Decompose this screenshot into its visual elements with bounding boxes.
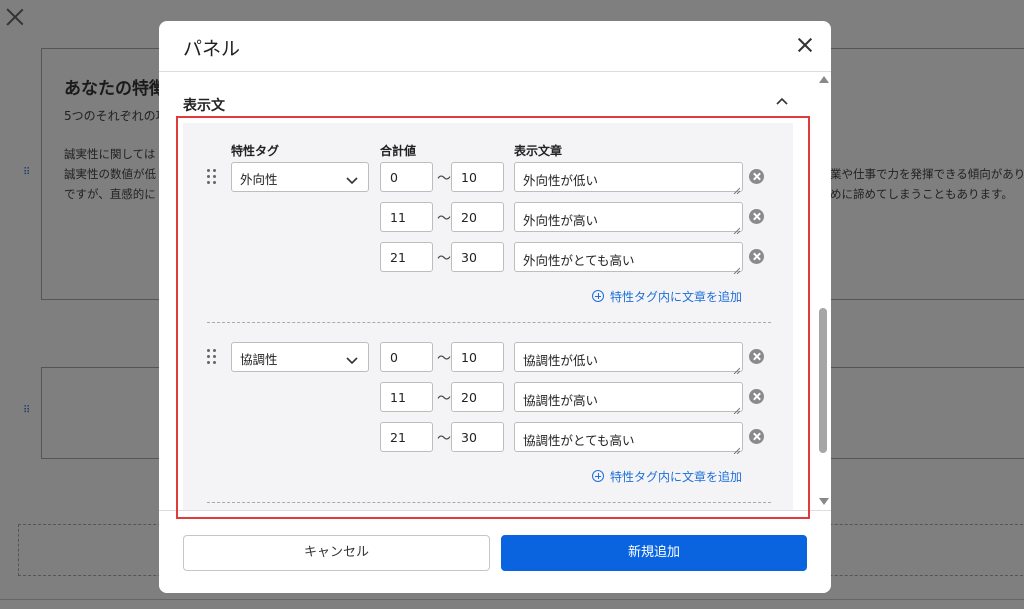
resize-handle-icon[interactable]: [733, 222, 741, 235]
display-text-value: 外向性がとても高い: [523, 253, 635, 268]
max-value-input[interactable]: 20: [451, 382, 504, 412]
max-value-input[interactable]: 20: [451, 202, 504, 232]
add-text-link-label: 特性タグ内に文章を追加: [610, 290, 743, 304]
add-text-link[interactable]: 特性タグ内に文章を追加: [592, 468, 742, 485]
scroll-down-icon[interactable]: [819, 498, 829, 505]
background-grip-icon: ⠿: [23, 405, 31, 416]
display-text-input[interactable]: 協調性が高い: [514, 382, 743, 415]
background-text-line: 業や仕事で力を発揮できる傾向があり: [830, 167, 1024, 181]
display-text-input[interactable]: 外向性がとても高い: [514, 242, 743, 275]
remove-row-icon[interactable]: [749, 209, 764, 224]
background-close-icon[interactable]: [4, 6, 26, 28]
resize-handle-icon[interactable]: [733, 402, 741, 415]
display-text-input[interactable]: 外向性が高い: [514, 202, 743, 235]
range-separator: 〜: [437, 211, 451, 227]
display-text-value: 外向性が高い: [523, 213, 599, 228]
resize-handle-icon[interactable]: [733, 182, 741, 195]
panel-modal: パネル 表示文 特性タグ 合計値 表示文章 外向性 0 〜 10 外向性が低い …: [159, 21, 831, 593]
background-subtitle: 5つのそれぞれの項: [64, 109, 168, 123]
trait-tag-value: 協調性: [240, 352, 278, 367]
display-text-editor: 特性タグ 合計値 表示文章 外向性 0 〜 10 外向性が低い 11 〜 20 …: [183, 123, 793, 510]
range-separator: 〜: [437, 391, 451, 407]
display-text-input[interactable]: 協調性がとても高い: [514, 422, 743, 455]
resize-handle-icon[interactable]: [733, 362, 741, 375]
background-divider: [0, 599, 1024, 600]
chevron-down-icon: [346, 173, 358, 185]
close-icon[interactable]: [796, 36, 814, 54]
max-value-input[interactable]: 10: [451, 162, 504, 192]
background-title: あなたの特徴: [64, 79, 166, 99]
display-text-value: 協調性がとても高い: [523, 433, 635, 448]
add-text-link[interactable]: 特性タグ内に文章を追加: [592, 288, 742, 305]
range-separator: 〜: [437, 251, 451, 267]
modal-body: 表示文 特性タグ 合計値 表示文章 外向性 0 〜 10 外向性が低い 11 〜…: [159, 73, 831, 510]
group-divider: [207, 502, 771, 503]
scroll-up-icon[interactable]: [819, 76, 829, 83]
resize-handle-icon[interactable]: [733, 442, 741, 455]
section-title: 表示文: [183, 98, 225, 114]
remove-row-icon[interactable]: [749, 429, 764, 444]
trait-tag-value: 外向性: [240, 172, 278, 187]
max-value-input[interactable]: 10: [451, 342, 504, 372]
modal-header: パネル: [159, 21, 831, 72]
range-separator: 〜: [437, 431, 451, 447]
cancel-button[interactable]: キャンセル: [183, 535, 490, 571]
background-text-line: 誠実性の数値が低: [64, 167, 156, 181]
scroll-thumb[interactable]: [819, 308, 827, 453]
display-text-value: 協調性が低い: [523, 353, 599, 368]
remove-row-icon[interactable]: [749, 249, 764, 264]
trait-tag-select[interactable]: 協調性: [231, 342, 369, 372]
display-text-value: 外向性が低い: [523, 173, 599, 188]
drag-handle-icon[interactable]: [207, 349, 217, 365]
max-value-input[interactable]: 30: [451, 242, 504, 272]
group-divider: [207, 322, 771, 323]
min-value-input[interactable]: 21: [380, 422, 433, 452]
range-separator: 〜: [437, 171, 451, 187]
resize-handle-icon[interactable]: [733, 262, 741, 275]
range-separator: 〜: [437, 351, 451, 367]
background-grip-icon: ⠿: [23, 167, 31, 178]
add-text-link-label: 特性タグ内に文章を追加: [610, 470, 743, 484]
display-text-value: 協調性が高い: [523, 393, 599, 408]
min-value-input[interactable]: 0: [380, 342, 433, 372]
chevron-down-icon: [346, 353, 358, 365]
column-header-text: 表示文章: [514, 144, 563, 158]
background-text-line: 誠実性に関しては: [64, 147, 156, 161]
add-new-button[interactable]: 新規追加: [501, 535, 807, 571]
min-value-input[interactable]: 21: [380, 242, 433, 272]
min-value-input[interactable]: 11: [380, 202, 433, 232]
modal-title: パネル: [183, 38, 241, 60]
background-text-line: めに諦めてしまうこともあります。: [830, 187, 1013, 201]
remove-row-icon[interactable]: [749, 169, 764, 184]
max-value-input[interactable]: 30: [451, 422, 504, 452]
remove-row-icon[interactable]: [749, 349, 764, 364]
display-text-input[interactable]: 外向性が低い: [514, 162, 743, 195]
plus-circle-icon: [592, 470, 604, 482]
remove-row-icon[interactable]: [749, 389, 764, 404]
min-value-input[interactable]: 0: [380, 162, 433, 192]
min-value-input[interactable]: 11: [380, 382, 433, 412]
drag-handle-icon[interactable]: [207, 169, 217, 185]
chevron-up-icon[interactable]: [776, 97, 788, 105]
trait-tag-select[interactable]: 外向性: [231, 162, 369, 192]
display-text-input[interactable]: 協調性が低い: [514, 342, 743, 375]
column-header-total: 合計値: [380, 144, 417, 158]
column-header-tag: 特性タグ: [231, 144, 280, 158]
scrollbar[interactable]: [816, 73, 831, 510]
plus-circle-icon: [592, 290, 604, 302]
background-text-line: ですが、直感的に: [64, 187, 156, 201]
modal-footer: キャンセル 新規追加: [159, 510, 831, 593]
